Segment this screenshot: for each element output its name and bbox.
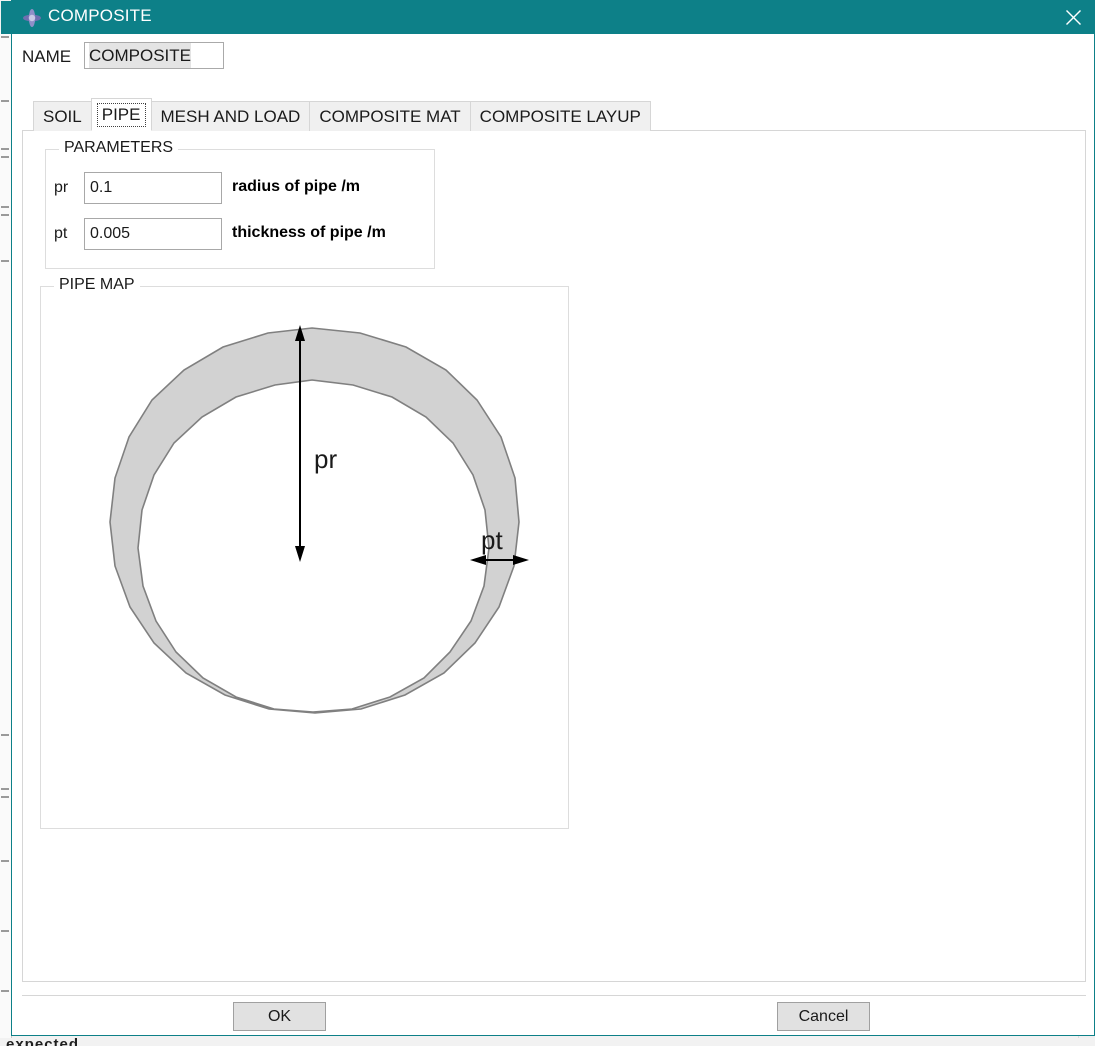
ok-button[interactable]: OK	[233, 1002, 326, 1031]
tab-composite-layup[interactable]: COMPOSITE LAYUP	[469, 101, 651, 131]
pr-dimension-label: pr	[314, 444, 337, 474]
pipe-map-group: PIPE MAP pr pt	[40, 276, 569, 829]
dialog-titlebar[interactable]: COMPOSITE	[1, 1, 1095, 34]
parameter-description-pr: radius of pipe /m	[232, 178, 361, 195]
pt-dimension-label: pt	[481, 525, 503, 555]
tab-soil[interactable]: SOIL	[33, 101, 92, 131]
tab-label: SOIL	[43, 106, 82, 126]
footer-separator	[22, 995, 1086, 996]
parameters-group: PARAMETERS pr radius of pipe /m pt thick…	[45, 139, 435, 269]
background-tick	[1, 796, 9, 798]
name-input[interactable]: COMPOSITE	[84, 42, 224, 69]
tab-panel-pipe: PARAMETERS pr radius of pipe /m pt thick…	[22, 130, 1086, 982]
background-tick	[1, 930, 9, 932]
name-row: NAME COMPOSITE	[12, 34, 1094, 79]
tab-label: PIPE	[96, 102, 146, 127]
plus-crosshair-icon	[22, 8, 42, 28]
tab-label: COMPOSITE MAT	[319, 106, 461, 126]
parameters-group-title: PARAMETERS	[59, 139, 179, 157]
parameter-name-pt: pt	[54, 225, 68, 242]
background-tick	[1, 36, 9, 38]
background-tick	[1, 206, 9, 208]
tab-label: MESH AND LOAD	[160, 106, 301, 126]
parameter-description-pt: thickness of pipe /m	[232, 224, 386, 241]
name-label: NAME	[22, 47, 72, 66]
parameter-name-pr: pr	[54, 179, 69, 196]
background-tick	[1, 860, 9, 862]
composite-dialog: COMPOSITE NAME COMPOSITE SOIL PIPE MESH …	[1, 0, 1095, 1036]
pr-input[interactable]	[84, 172, 222, 204]
background-tick	[1, 148, 9, 150]
pipe-wall-annulus	[109, 327, 520, 714]
tab-composite-mat[interactable]: COMPOSITE MAT	[309, 101, 471, 131]
tab-mesh-and-load[interactable]: MESH AND LOAD	[150, 101, 311, 131]
pt-input[interactable]	[84, 218, 222, 250]
background-tick	[1, 214, 9, 216]
pt-arrow-head-left	[470, 555, 486, 565]
tab-pipe[interactable]: PIPE	[90, 98, 152, 131]
cancel-button[interactable]: Cancel	[777, 1002, 870, 1031]
background-cut-off-text: expected	[6, 1036, 80, 1046]
tabstrip: SOIL PIPE MESH AND LOAD COMPOSITE MAT CO…	[33, 98, 651, 131]
background-tick	[1, 734, 9, 736]
dialog-title: COMPOSITE	[48, 6, 152, 25]
background-tick	[1, 788, 9, 790]
background-tick	[1, 990, 9, 992]
name-input-value: COMPOSITE	[89, 43, 192, 68]
background-tick	[1, 156, 9, 158]
background-tick	[1, 100, 9, 102]
background-tick	[1, 260, 9, 262]
close-icon[interactable]	[1050, 1, 1095, 34]
pr-arrow-head-bottom	[295, 546, 305, 562]
pt-arrow-head-right	[513, 555, 529, 565]
tab-label: COMPOSITE LAYUP	[479, 106, 641, 126]
pipe-cross-section-diagram: pr pt	[109, 325, 529, 714]
